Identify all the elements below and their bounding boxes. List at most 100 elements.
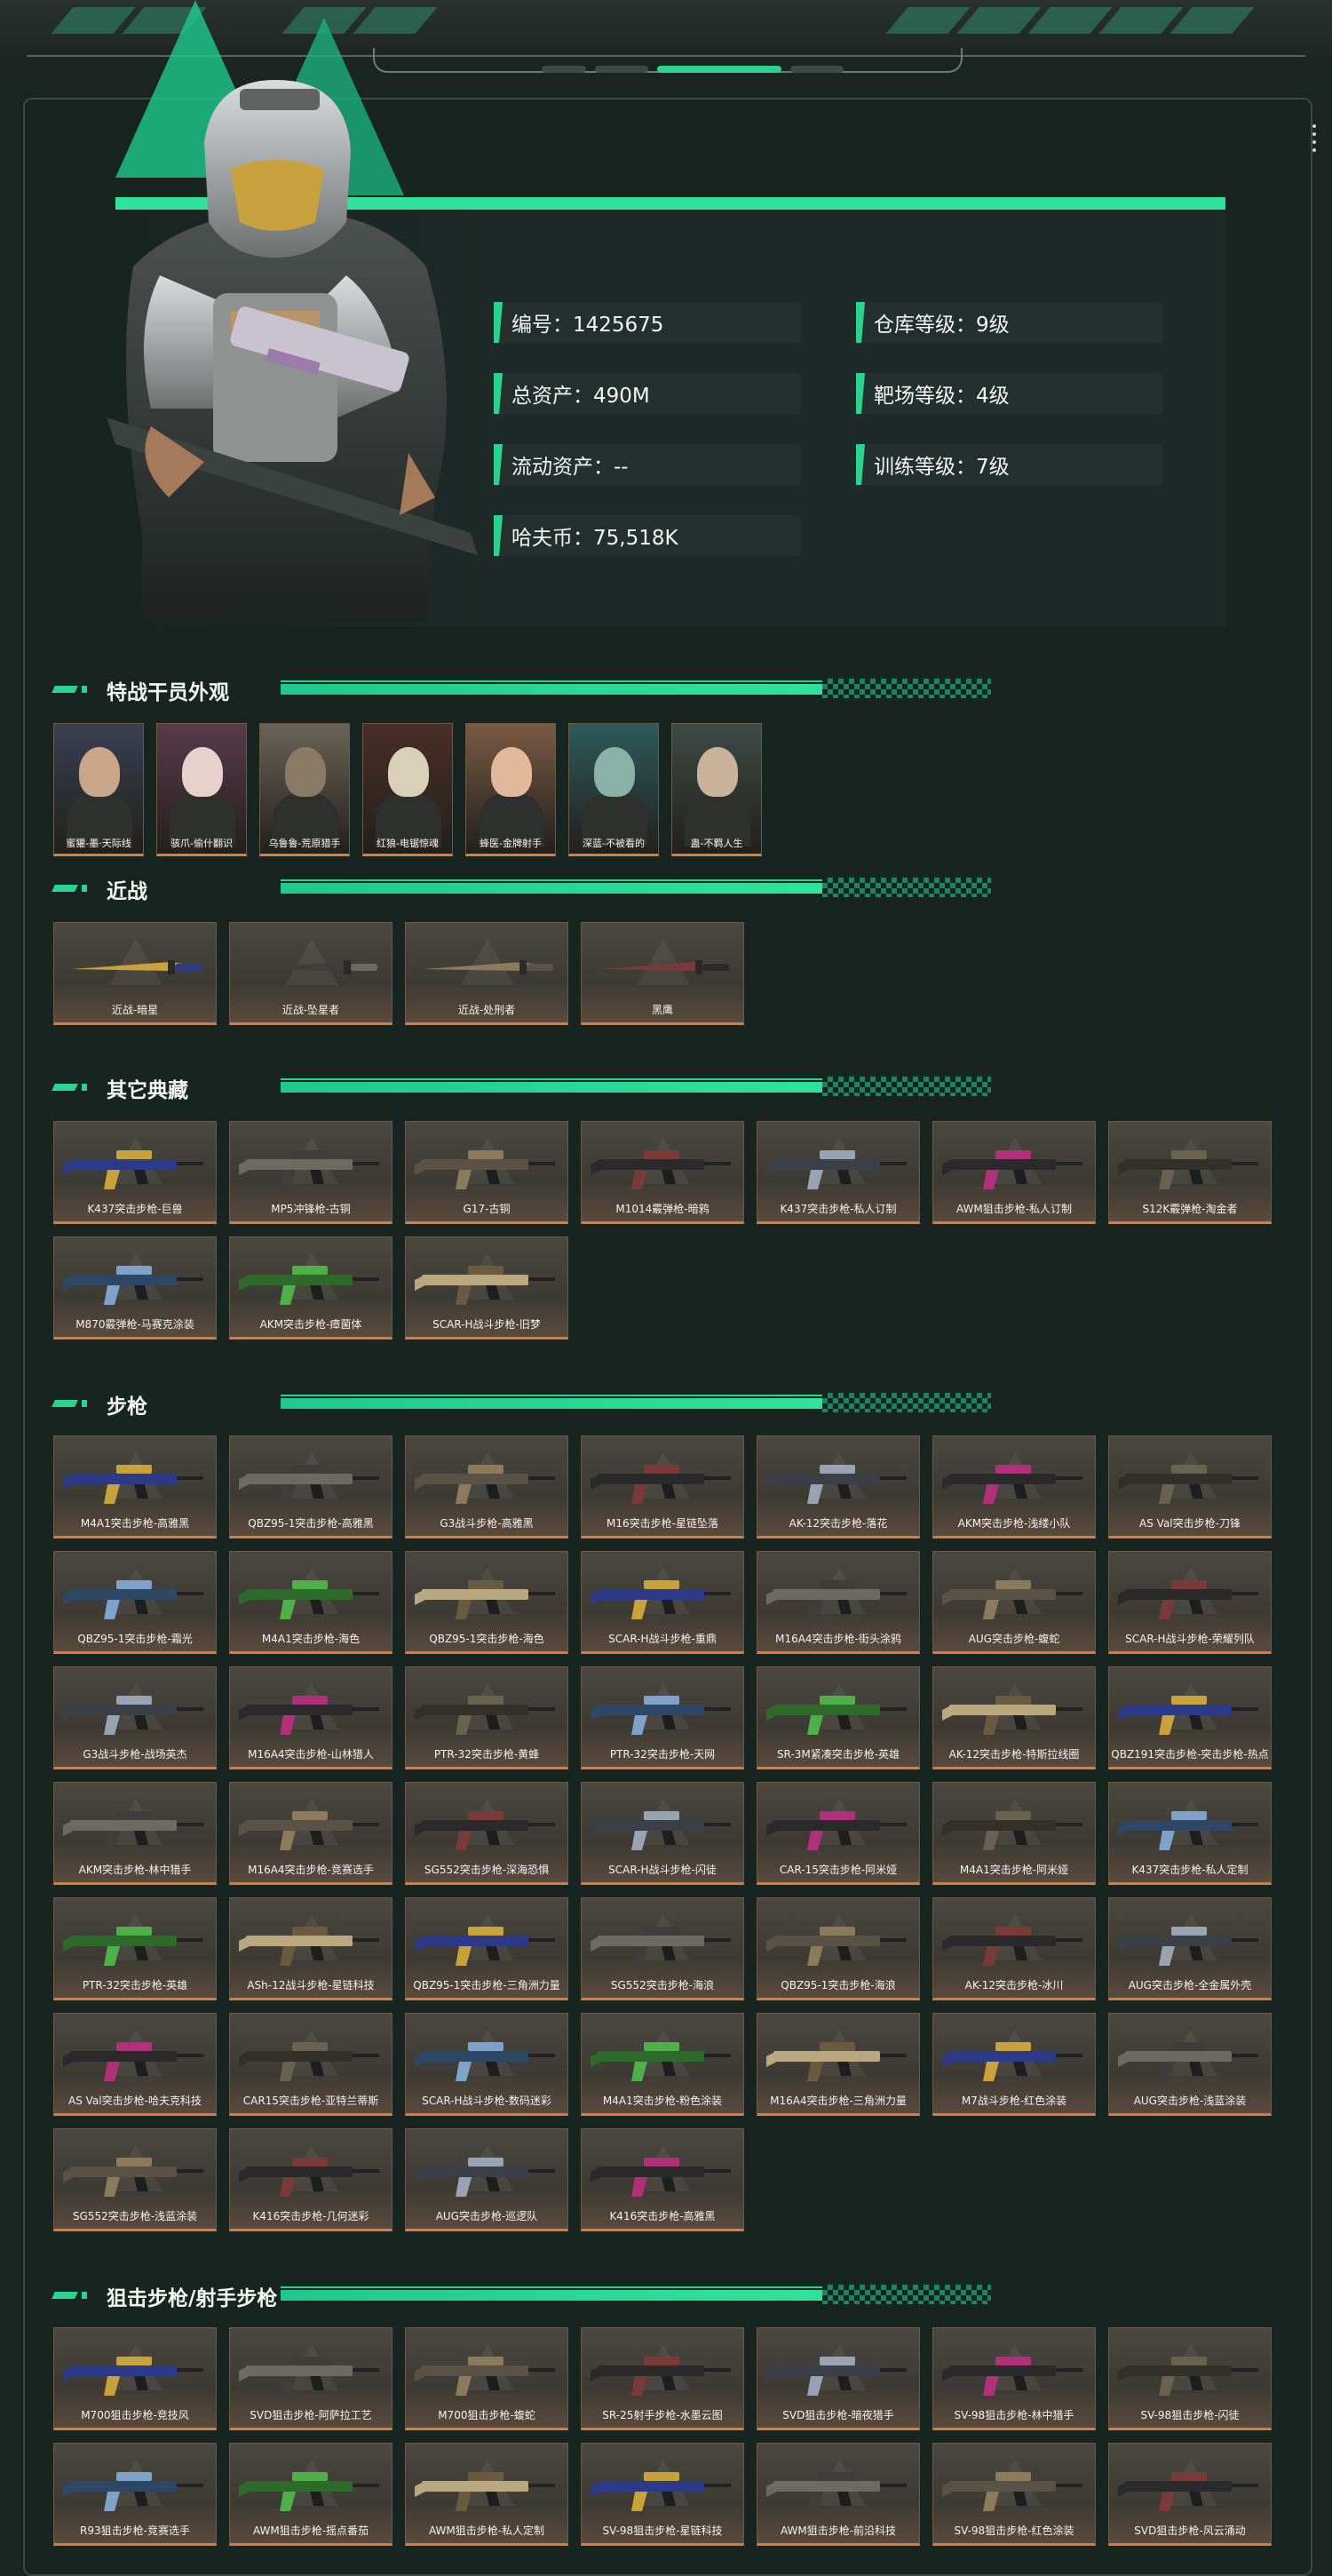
item-card[interactable]: SV-98狙击步枪-星链科技 bbox=[581, 2443, 744, 2546]
item-card[interactable]: AWM狙击步枪-摇点番茄 bbox=[229, 2443, 392, 2546]
operator-skin-card[interactable]: 乌鲁鲁-荒原猎手 bbox=[259, 723, 350, 856]
item-card[interactable]: G3战斗步枪-高雅黑 bbox=[405, 1435, 568, 1538]
item-card[interactable]: AWM狙击步枪-私人订制 bbox=[932, 1121, 1096, 1224]
header-dot bbox=[82, 1400, 87, 1407]
item-name: K416突击步枪-高雅黑 bbox=[609, 2210, 716, 2222]
item-name: M16A4突击步枪-街头涂鸦 bbox=[775, 1633, 901, 1645]
item-card[interactable]: K416突击步枪-高雅黑 bbox=[581, 2128, 744, 2231]
operator-skin-card[interactable]: 深蓝-不被看的 bbox=[568, 723, 659, 856]
item-card[interactable]: AUG突击步枪-全金属外壳 bbox=[1108, 1897, 1272, 2000]
section-header-rifles: 步枪 bbox=[50, 1387, 991, 1419]
item-card[interactable]: M16A4突击步枪-竞赛选手 bbox=[229, 1782, 392, 1885]
item-card[interactable]: M700狙击步枪-竞技风 bbox=[53, 2327, 217, 2430]
item-card[interactable]: G17-古铜 bbox=[405, 1121, 568, 1224]
item-card[interactable]: SV-98狙击步枪-红色涂装 bbox=[932, 2443, 1096, 2546]
item-card[interactable]: SG552突击步枪-浅蓝涂装 bbox=[53, 2128, 217, 2231]
item-card[interactable]: M4A1突击步枪-高雅黑 bbox=[53, 1435, 217, 1538]
item-card[interactable]: M16A4突击步枪-山林猎人 bbox=[229, 1666, 392, 1769]
item-card[interactable]: AKM突击步枪-林中猎手 bbox=[53, 1782, 217, 1885]
operator-skin-card[interactable]: 蜜獾-墨·天际线 bbox=[53, 723, 144, 856]
scroll-indicator[interactable] bbox=[1312, 124, 1318, 156]
weapon-image bbox=[239, 1580, 379, 1619]
item-name: AWM狙击步枪-私人定制 bbox=[428, 2524, 545, 2537]
operator-skin-card[interactable]: 蛊-不羁人生 bbox=[671, 723, 762, 856]
operator-skin-card[interactable]: 蜂医-金牌射手 bbox=[465, 723, 556, 856]
item-card[interactable]: SCAR-H战斗步枪-荣耀列队 bbox=[1108, 1551, 1272, 1654]
operator-skin-card[interactable]: 红狼-电锯惊魂 bbox=[362, 723, 453, 856]
item-card[interactable]: R93狙击步枪-竞赛选手 bbox=[53, 2443, 217, 2546]
item-card[interactable]: 黑鹰 bbox=[581, 922, 744, 1025]
item-card[interactable]: SG552突击步枪-深海恐惧 bbox=[405, 1782, 568, 1885]
item-card[interactable]: M1014霰弹枪-暗鸦 bbox=[581, 1121, 744, 1224]
item-card[interactable]: M4A1突击步枪-粉色涂装 bbox=[581, 2013, 744, 2116]
item-name: SCAR-H战斗步枪-旧梦 bbox=[432, 1318, 541, 1331]
item-card[interactable]: QBZ95-1突击步枪-海色 bbox=[405, 1551, 568, 1654]
item-card[interactable]: PTR-32突击步枪-天网 bbox=[581, 1666, 744, 1769]
item-card[interactable]: M870霰弹枪-马赛克涂装 bbox=[53, 1236, 217, 1340]
item-card[interactable]: S12K霰弹枪-淘金者 bbox=[1108, 1121, 1272, 1224]
item-name: PTR-32突击步枪-黄蜂 bbox=[433, 1748, 540, 1761]
item-card[interactable]: K437突击步枪-巨兽 bbox=[53, 1121, 217, 1224]
item-card[interactable]: M4A1突击步枪-海色 bbox=[229, 1551, 392, 1654]
item-card[interactable]: QBZ191突击步枪-突击步枪-热点 bbox=[1108, 1666, 1272, 1769]
item-card[interactable]: SCAR-H战斗步枪-闪徒 bbox=[581, 1782, 744, 1885]
item-card[interactable]: AKM突击步枪-瘴菌体 bbox=[229, 1236, 392, 1340]
item-card[interactable]: MP5冲锋枪-古铜 bbox=[229, 1121, 392, 1224]
item-card[interactable]: AWM狙击步枪-私人定制 bbox=[405, 2443, 568, 2546]
header-checker bbox=[822, 2285, 991, 2304]
item-card[interactable]: AUG突击步枪-浅蓝涂装 bbox=[1108, 2013, 1272, 2116]
item-card[interactable]: SVD狙击步枪-暗夜猎手 bbox=[757, 2327, 920, 2430]
weapon-image bbox=[63, 2042, 203, 2081]
item-card[interactable]: SVD狙击步枪-阿萨拉工艺 bbox=[229, 2327, 392, 2430]
item-card[interactable]: QBZ95-1突击步枪-霜光 bbox=[53, 1551, 217, 1654]
item-card[interactable]: CAR15突击步枪-亚特兰蒂斯 bbox=[229, 2013, 392, 2116]
item-card[interactable]: M16A4突击步枪-街头涂鸦 bbox=[757, 1551, 920, 1654]
item-card[interactable]: SR-3M紧凑突击步枪-英雄 bbox=[757, 1666, 920, 1769]
item-card[interactable]: SV-98狙击步枪-林中猎手 bbox=[932, 2327, 1096, 2430]
item-name: M700狙击步枪-竞技风 bbox=[81, 2409, 189, 2421]
item-card[interactable]: CAR-15突击步枪-阿米娅 bbox=[757, 1782, 920, 1885]
item-card[interactable]: G3战斗步枪-战场英杰 bbox=[53, 1666, 217, 1769]
operator-face bbox=[182, 747, 223, 797]
item-card[interactable]: M4A1突击步枪-阿米娅 bbox=[932, 1782, 1096, 1885]
item-card[interactable]: AK-12突击步枪-冰川 bbox=[932, 1897, 1096, 2000]
operator-skin-card[interactable]: 骇爪-偷什翻识 bbox=[156, 723, 247, 856]
item-card[interactable]: SCAR-H战斗步枪-旧梦 bbox=[405, 1236, 568, 1340]
item-card[interactable]: SVD狙击步枪-风云涌动 bbox=[1108, 2443, 1272, 2546]
item-card[interactable]: QBZ95-1突击步枪-海浪 bbox=[757, 1897, 920, 2000]
item-card[interactable]: SV-98狙击步枪-闪徒 bbox=[1108, 2327, 1272, 2430]
weapon-image bbox=[63, 2158, 203, 2197]
item-card[interactable]: M16A4突击步枪-三角洲力量 bbox=[757, 2013, 920, 2116]
item-card[interactable]: M7战斗步枪-红色涂装 bbox=[932, 2013, 1096, 2116]
item-name: AWM狙击步枪-私人订制 bbox=[955, 1203, 1073, 1215]
item-card[interactable]: K437突击步枪-私人定制 bbox=[1108, 1782, 1272, 1885]
item-name: M16A4突击步枪-三角洲力量 bbox=[770, 2095, 907, 2107]
item-card[interactable]: 近战-处刑者 bbox=[405, 922, 568, 1025]
item-card[interactable]: K437突击步枪-私人订制 bbox=[757, 1121, 920, 1224]
item-card[interactable]: AKM突击步枪-浅缕小队 bbox=[932, 1435, 1096, 1538]
item-card[interactable]: K416突击步枪-几何迷彩 bbox=[229, 2128, 392, 2231]
item-card[interactable]: AS Val突击步枪-刀锋 bbox=[1108, 1435, 1272, 1538]
item-card[interactable]: AS Val突击步枪-哈夫克科技 bbox=[53, 2013, 217, 2116]
item-card[interactable]: AUG突击步枪-蝮蛇 bbox=[932, 1551, 1096, 1654]
item-card[interactable]: 近战-暗星 bbox=[53, 922, 217, 1025]
item-card[interactable]: SG552突击步枪-海浪 bbox=[581, 1897, 744, 2000]
item-card[interactable]: M16突击步枪-星链坠落 bbox=[581, 1435, 744, 1538]
item-card[interactable]: 近战-坠星者 bbox=[229, 922, 392, 1025]
item-card[interactable]: SCAR-H战斗步枪-数码迷彩 bbox=[405, 2013, 568, 2116]
item-name: SCAR-H战斗步枪-荣耀列队 bbox=[1125, 1633, 1255, 1645]
item-card[interactable]: SR-25射手步枪-水墨云图 bbox=[581, 2327, 744, 2430]
item-card[interactable]: AWM狙击步枪-前沿科技 bbox=[757, 2443, 920, 2546]
weapon-image bbox=[239, 1696, 379, 1735]
item-card[interactable]: AK-12突击步枪-落花 bbox=[757, 1435, 920, 1538]
item-card[interactable]: ASh-12战斗步枪-星链科技 bbox=[229, 1897, 392, 2000]
decor-slant bbox=[1098, 7, 1184, 34]
item-card[interactable]: SCAR-H战斗步枪-重鼎 bbox=[581, 1551, 744, 1654]
item-card[interactable]: M700狙击步枪-蝮蛇 bbox=[405, 2327, 568, 2430]
item-card[interactable]: QBZ95-1突击步枪-高雅黑 bbox=[229, 1435, 392, 1538]
item-card[interactable]: AK-12突击步枪-特斯拉线圈 bbox=[932, 1666, 1096, 1769]
item-card[interactable]: PTR-32突击步枪-黄蜂 bbox=[405, 1666, 568, 1769]
item-card[interactable]: AUG突击步枪-巡逻队 bbox=[405, 2128, 568, 2231]
item-card[interactable]: PTR-32突击步枪-英雄 bbox=[53, 1897, 217, 2000]
item-card[interactable]: QBZ95-1突击步枪-三角洲力量 bbox=[405, 1897, 568, 2000]
